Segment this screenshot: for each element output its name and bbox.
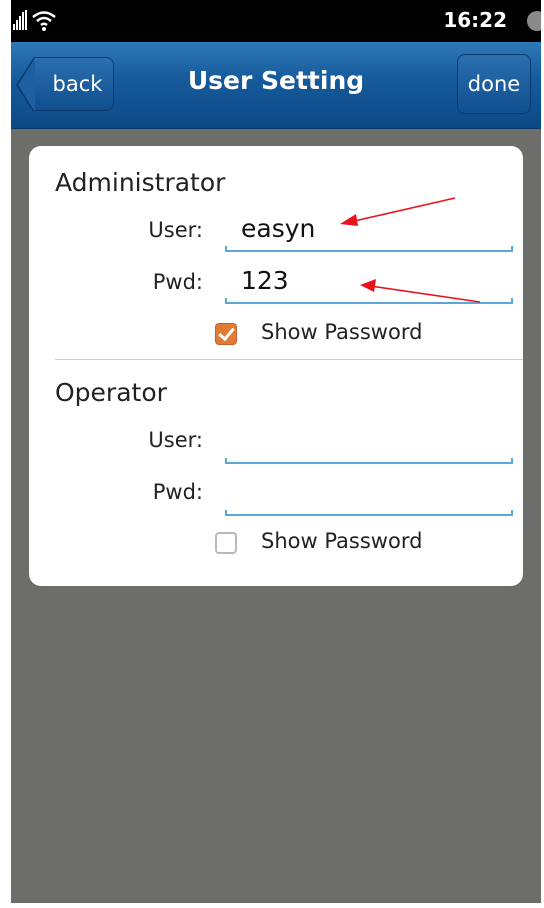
admin-user-input[interactable]: easyn — [225, 212, 513, 252]
admin-user-value: easyn — [241, 214, 316, 243]
admin-pwd-underline — [225, 298, 513, 304]
done-button-label: done — [467, 72, 521, 96]
admin-show-password-checkbox[interactable] — [215, 323, 237, 345]
operator-pwd-label: Pwd: — [152, 480, 203, 504]
operator-user-input[interactable] — [225, 424, 513, 464]
operator-user-underline — [225, 458, 513, 464]
operator-user-label: User: — [148, 428, 203, 452]
signal-icon — [13, 10, 27, 30]
navigation-bar: back User Setting done — [11, 42, 541, 129]
admin-user-underline — [225, 246, 513, 252]
operator-pwd-underline — [225, 510, 513, 516]
phone-screen: 16:22 back User Setting done Administrat… — [11, 0, 541, 903]
done-button[interactable]: done — [457, 54, 531, 114]
admin-show-password-label[interactable]: Show Password — [261, 320, 422, 344]
checkmark-icon — [218, 323, 235, 342]
operator-title: Operator — [55, 378, 167, 407]
status-bar: 16:22 — [11, 0, 541, 42]
admin-pwd-label: Pwd: — [152, 270, 203, 294]
operator-show-password-checkbox[interactable] — [215, 532, 237, 554]
admin-pwd-input[interactable]: 123 — [225, 264, 513, 304]
administrator-title: Administrator — [55, 168, 226, 197]
settings-card: Administrator User: easyn Pwd: 123 Show … — [29, 146, 523, 586]
admin-pwd-value: 123 — [241, 266, 289, 295]
section-divider — [55, 359, 523, 360]
operator-show-password-label[interactable]: Show Password — [261, 529, 422, 553]
status-time: 16:22 — [443, 8, 507, 32]
admin-user-label: User: — [148, 218, 203, 242]
wifi-icon — [32, 11, 56, 31]
battery-icon — [527, 11, 541, 31]
operator-pwd-input[interactable] — [225, 476, 513, 516]
